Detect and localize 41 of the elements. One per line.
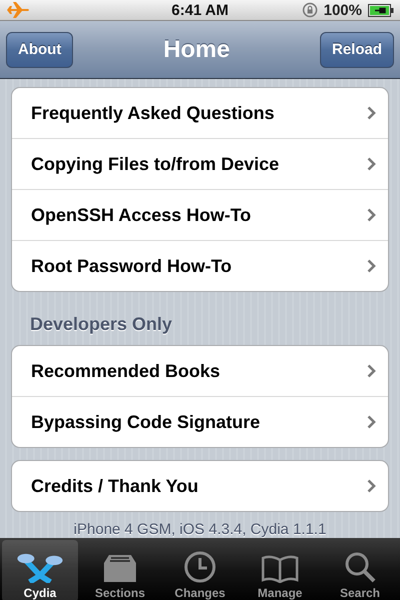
item-label: OpenSSH Access How-To [31, 204, 252, 226]
clock-icon [184, 551, 216, 583]
tab[interactable]: Manage [242, 540, 318, 600]
reload-button[interactable]: Reload [320, 32, 394, 68]
device-info: iPhone 4 GSM, iOS 4.3.4, Cydia 1.1.1 [72, 521, 328, 538]
list-item[interactable]: OpenSSH Access How-To [12, 190, 388, 241]
nav-title: Home [163, 36, 230, 64]
list-item[interactable]: Frequently Asked Questions [12, 88, 388, 139]
tab[interactable]: Cydia [2, 540, 78, 600]
drawer-icon [103, 553, 137, 583]
battery-percentage: 100% [324, 2, 362, 18]
chevron-icon [367, 415, 376, 429]
rotation-lock-icon [302, 2, 318, 18]
battery-icon [368, 4, 394, 16]
chevron-icon [367, 208, 376, 222]
book-icon [261, 555, 299, 583]
chevron-icon [367, 259, 376, 273]
section-header: Developers Only [29, 313, 174, 336]
tab[interactable]: Changes [162, 540, 238, 600]
list-item[interactable]: Recommended Books [12, 346, 388, 397]
item-label: Copying Files to/from Device [31, 154, 280, 174]
chevron-icon [367, 157, 376, 171]
chevron-icon [367, 106, 376, 120]
tab[interactable]: Sections [82, 540, 158, 600]
list-item[interactable]: Bypassing Code Signature [12, 397, 388, 447]
list-item[interactable]: Copying Files to/from Device [12, 139, 388, 190]
list-item[interactable]: Credits / Thank You [12, 461, 388, 511]
status-time: 6:41 AM [172, 2, 228, 18]
chevron-icon [367, 479, 376, 493]
list-item[interactable]: Root Password How-To [12, 241, 388, 291]
item-label: Frequently Asked Questions [31, 102, 274, 124]
cydia-icon [16, 551, 64, 583]
search-icon [344, 551, 376, 583]
about-button[interactable]: About [6, 32, 74, 68]
item-label: Root Password How-To [31, 256, 232, 276]
airplane-icon [6, 2, 30, 18]
item-label: Credits / Thank You [31, 476, 198, 496]
chevron-icon [367, 364, 376, 378]
item-label: Bypassing Code Signature [31, 412, 260, 432]
item-label: Recommended Books [31, 360, 220, 382]
tab[interactable]: Search [322, 540, 398, 600]
